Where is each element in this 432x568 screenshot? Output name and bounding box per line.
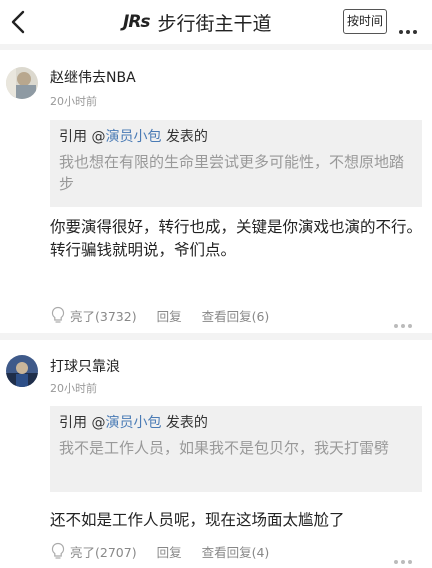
divider [0,333,432,340]
avatar[interactable] [6,67,38,99]
sort-by-time-button[interactable]: 按时间 [343,9,387,34]
avatar[interactable] [6,355,38,387]
lightbulb-icon [51,542,65,559]
comment-more-icon[interactable] [394,313,415,332]
quote-author-link[interactable]: 演员小包 [105,415,161,431]
reply-button[interactable]: 回复 [157,542,182,561]
quote-text: 我不是工作人员，如果我不是包贝尔，我天打雷劈 [59,439,390,457]
username[interactable]: 赵继伟去NBA [50,67,136,87]
like-button[interactable]: 亮了(2707) [50,542,137,561]
quote-text: 我也想在有限的生命里尝试更多可能性，不想原地踏步 [59,153,405,193]
username[interactable]: 打球只靠浪 [50,356,120,376]
back-icon[interactable] [6,7,34,37]
reply-button[interactable]: 回复 [157,306,182,325]
quoted-comment: 引用 @演员小包 发表的 我不是工作人员，如果我不是包贝尔，我天打雷劈 [50,406,422,492]
like-button[interactable]: 亮了(3732) [50,306,137,325]
quote-header: 引用 @演员小包 发表的 [59,412,413,434]
comment-actions: 亮了(3732) 回复 查看回复(6) [50,305,269,325]
comment-actions: 亮了(2707) 回复 查看回复(4) [50,541,269,561]
view-replies-link[interactable]: 查看回复(6) [202,306,270,325]
page-title: 步行街主干道 [157,12,272,35]
like-count: 亮了(3732) [70,308,137,324]
quoted-comment: 引用 @演员小包 发表的 我也想在有限的生命里尝试更多可能性，不想原地踏步 [50,120,422,207]
quote-prefix: 引用 @ [59,129,106,145]
quote-prefix: 引用 @ [59,415,106,431]
header-title-group: JRs 步行街主干道 [123,7,272,37]
quote-author-link[interactable]: 演员小包 [105,129,161,145]
quote-header: 引用 @演员小包 发表的 [59,126,413,148]
more-options-icon[interactable] [399,19,420,38]
timestamp: 20小时前 [50,382,97,395]
timestamp: 20小时前 [50,95,97,108]
quote-suffix: 发表的 [161,415,208,431]
comment-text: 你要演得很好，转行也成，关键是你演戏也演的不行。 转行骗钱就明说，爷们点。 [50,218,423,259]
lightbulb-icon [51,306,65,323]
top-bar: JRs 步行街主干道 按时间 [0,0,432,44]
divider [0,44,432,50]
like-count: 亮了(2707) [70,544,137,560]
comment-text: 还不如是工作人员呢，现在这场面太尴尬了 [50,511,345,529]
view-replies-link[interactable]: 查看回复(4) [202,542,270,561]
quote-suffix: 发表的 [161,129,208,145]
app-logo: JRs [123,12,151,32]
